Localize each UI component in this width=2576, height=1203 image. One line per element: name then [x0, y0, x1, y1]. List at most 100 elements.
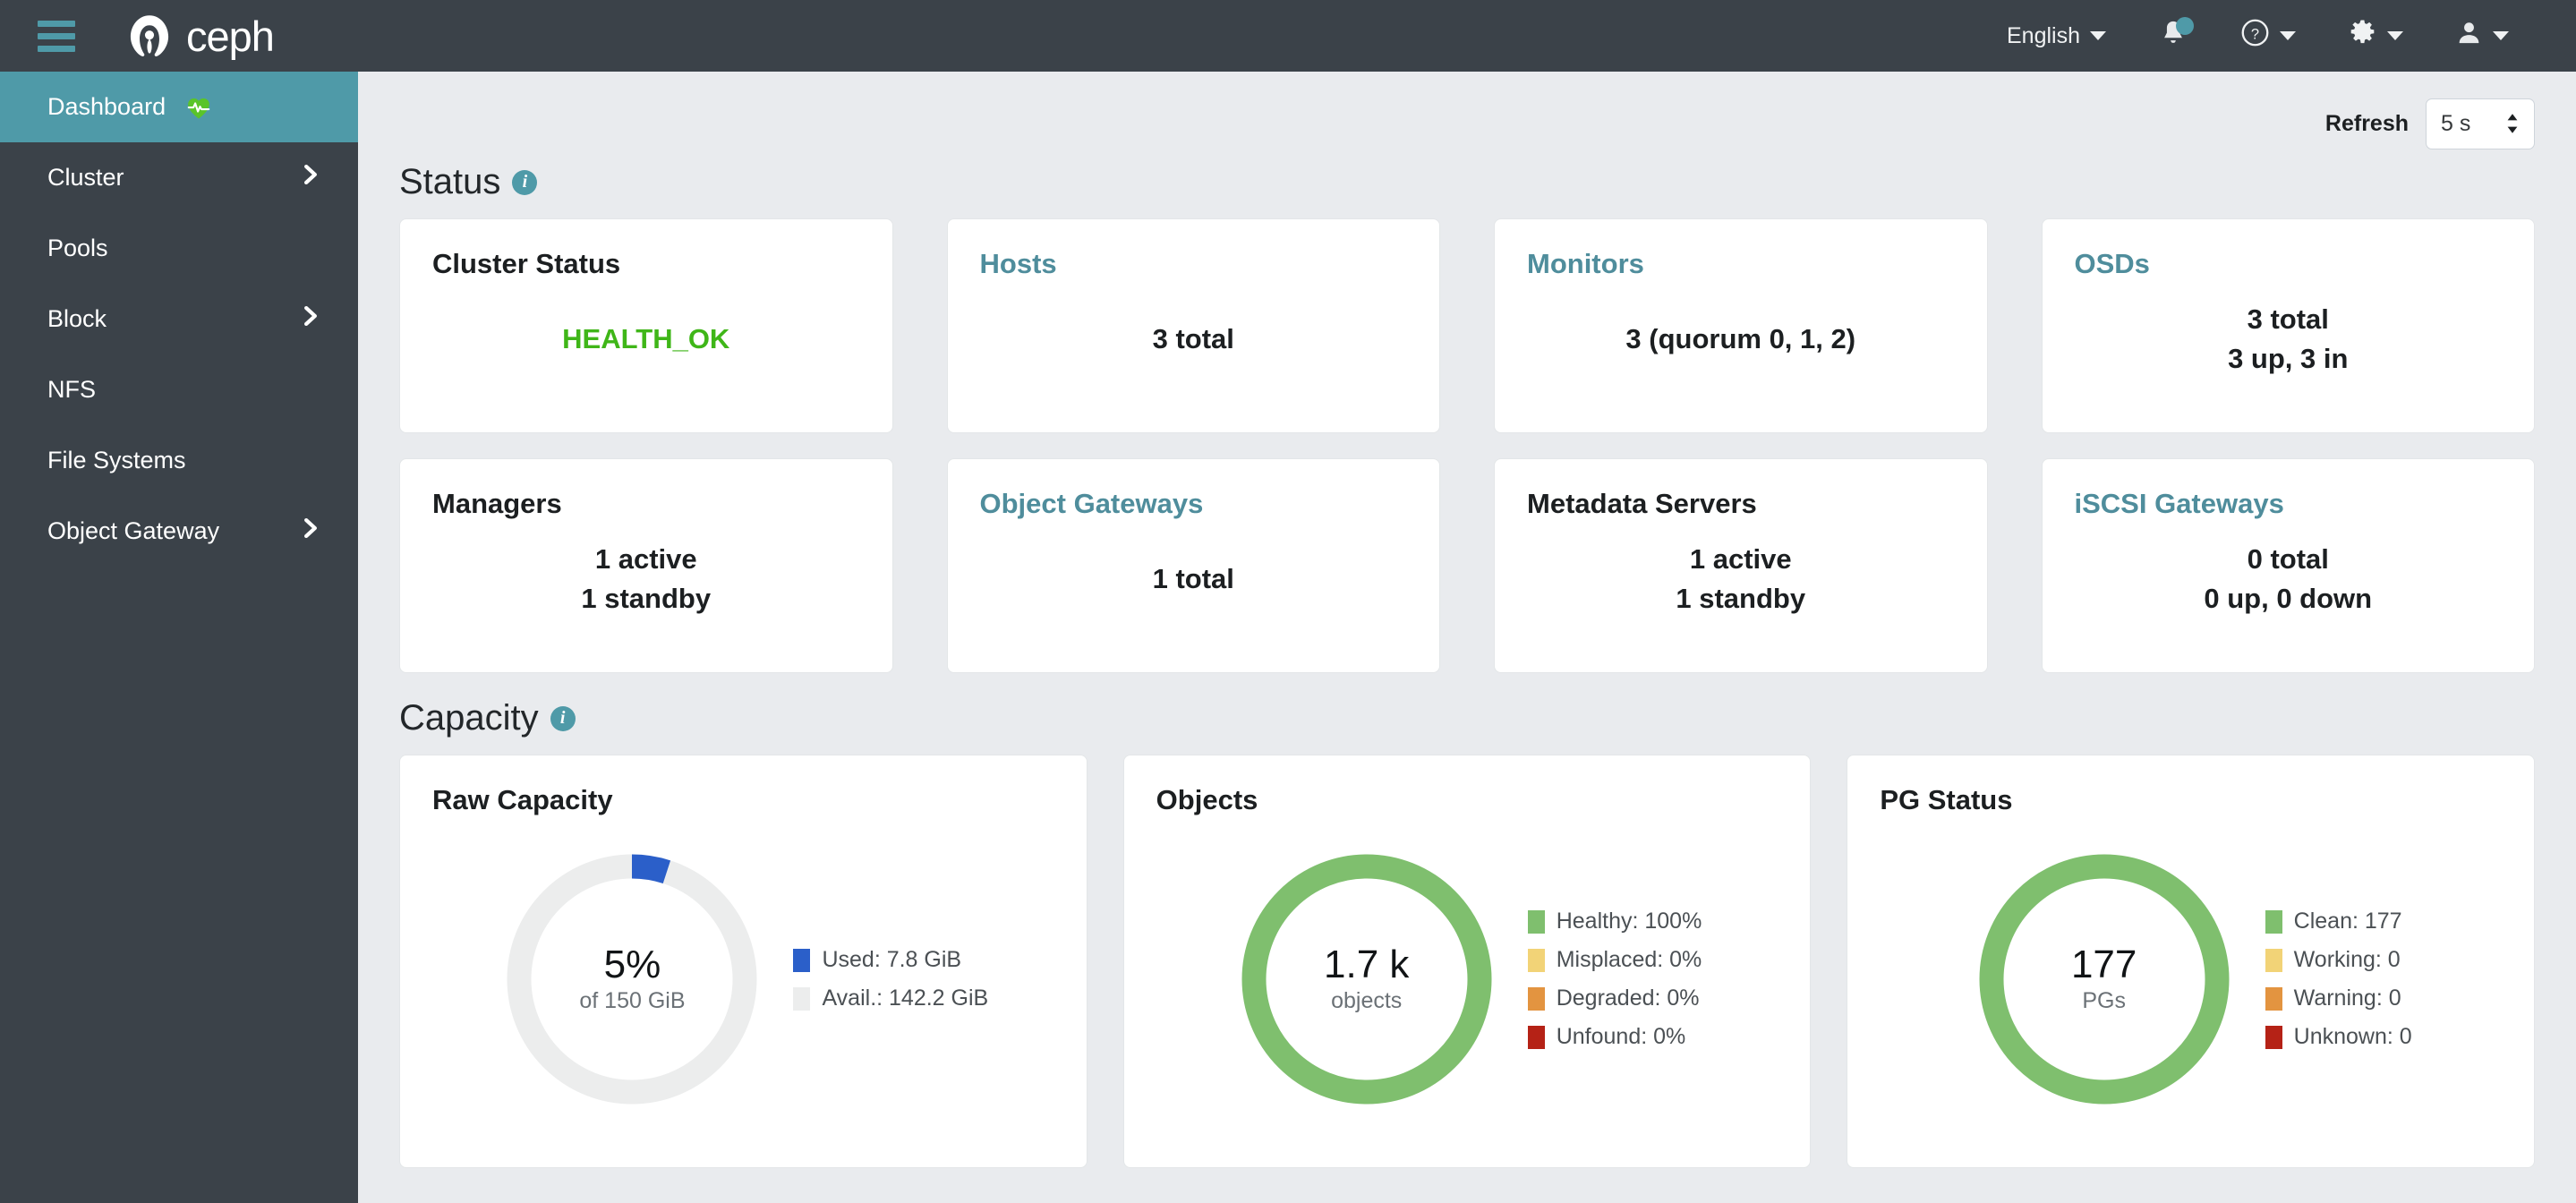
card-body: 3 total [980, 275, 1408, 404]
objects-donut-chart: 1.7 k objects [1233, 845, 1501, 1113]
card-value-secondary: 1 standby [1676, 583, 1806, 614]
legend-label: Working: 0 [2293, 947, 2401, 972]
gear-icon [2348, 18, 2377, 54]
sidebar-item-nfs[interactable]: NFS [0, 354, 358, 425]
object-gateways-card: Object Gateways 1 total [946, 458, 1440, 673]
chevron-down-icon [2493, 31, 2509, 40]
card-body: 1 active 1 standby [1527, 515, 1955, 644]
legend-item: Clean: 177 [2265, 909, 2412, 934]
card-body: 1 total [980, 515, 1408, 644]
card-value: 1 total [1152, 563, 1234, 595]
capacity-info-icon[interactable]: i [550, 705, 576, 731]
card-value: 1 active [594, 543, 697, 576]
chevron-right-icon [299, 516, 322, 546]
legend-swatch [1527, 948, 1545, 972]
chevron-down-icon [2387, 31, 2403, 40]
refresh-interval-select[interactable]: 5 s [2426, 98, 2535, 149]
hamburger-bar [38, 45, 75, 52]
card-body: 177 PGs Clean: 177 Working: 0 Warning: 0… [1880, 820, 2502, 1139]
card-title: Raw Capacity [432, 784, 613, 815]
sidebar: Dashboard Cluster Pools Block NFS File S… [0, 72, 358, 1203]
donut-value: 5% [603, 943, 661, 987]
sidebar-item-cluster[interactable]: Cluster [0, 142, 358, 213]
sidebar-item-label: File Systems [47, 447, 186, 474]
hamburger-icon[interactable] [38, 20, 75, 52]
top-navbar: ceph English ? [0, 0, 2576, 72]
status-card-row-1: Cluster Status HEALTH_OK Hosts 3 total M… [358, 218, 2576, 433]
legend-swatch [793, 986, 811, 1011]
legend-swatch [2265, 948, 2282, 972]
legend-label: Healthy: 100% [1556, 909, 1702, 934]
capacity-section-header: Capacity i [399, 698, 2576, 738]
legend-label: Warning: 0 [2293, 985, 2401, 1011]
card-title: PG Status [1880, 784, 2013, 815]
heart-pulse-icon [185, 95, 212, 120]
card-body: 5% of 150 GiB Used: 7.8 GiB Avail.: 142.… [432, 820, 1054, 1139]
refresh-label: Refresh [2324, 111, 2409, 136]
card-body: 3 (quorum 0, 1, 2) [1527, 275, 1955, 404]
sidebar-item-label: Object Gateway [47, 517, 220, 544]
sidebar-item-dashboard[interactable]: Dashboard [0, 72, 358, 142]
stepper-arrows-icon [2505, 113, 2520, 136]
help-menu[interactable]: ? [2214, 9, 2322, 63]
legend-item: Unknown: 0 [2265, 1024, 2412, 1050]
hosts-card: Hosts 3 total [946, 218, 1440, 433]
card-value: 1 active [1689, 543, 1792, 576]
sidebar-item-pools[interactable]: Pools [0, 213, 358, 284]
iscsi-gateways-card: iSCSI Gateways 0 total 0 up, 0 down [2041, 458, 2535, 673]
pg-status-legend: Clean: 177 Working: 0 Warning: 0 Unknown… [2265, 909, 2412, 1050]
objects-legend: Healthy: 100% Misplaced: 0% Degraded: 0%… [1527, 909, 1702, 1050]
card-body: HEALTH_OK [432, 275, 860, 404]
card-value: 3 total [1152, 323, 1234, 355]
objects-card: Objects 1.7 k objects Healthy: 100% Misp… [1122, 755, 1812, 1168]
sidebar-item-file-systems[interactable]: File Systems [0, 425, 358, 496]
donut-center-label: 5% of 150 GiB [498, 845, 766, 1113]
metadata-servers-card: Metadata Servers 1 active 1 standby [1494, 458, 1988, 673]
user-menu[interactable] [2429, 10, 2535, 62]
sidebar-item-label: Dashboard [47, 93, 166, 120]
legend-item: Warning: 0 [2265, 985, 2412, 1011]
legend-label: Misplaced: 0% [1556, 947, 1702, 972]
language-label: English [2007, 22, 2080, 48]
card-body: 1 active 1 standby [432, 515, 860, 644]
legend-swatch [2265, 986, 2282, 1011]
osds-card: OSDs 3 total 3 up, 3 in [2041, 218, 2535, 433]
card-body: 3 total 3 up, 3 in [2075, 275, 2503, 404]
chevron-down-icon [2090, 31, 2106, 40]
brand-logo-link[interactable]: ceph [125, 12, 275, 60]
legend-label: Clean: 177 [2293, 909, 2402, 934]
donut-subtitle: PGs [2082, 987, 2126, 1013]
capacity-card-row: Raw Capacity 5% of 150 GiB Used: 7.8 GiB… [358, 755, 2576, 1168]
legend-label: Degraded: 0% [1556, 985, 1700, 1011]
legend-label: Avail.: 142.2 GiB [822, 985, 989, 1011]
legend-swatch [1527, 986, 1545, 1011]
notifications-button[interactable] [2132, 10, 2214, 62]
sidebar-item-block[interactable]: Block [0, 284, 358, 354]
language-selector[interactable]: English [1981, 14, 2132, 58]
pg-status-donut-chart: 177 PGs [1970, 845, 2239, 1113]
refresh-interval-value: 5 s [2441, 111, 2471, 136]
donut-subtitle: objects [1331, 987, 1403, 1013]
raw-capacity-legend: Used: 7.8 GiB Avail.: 142.2 GiB [793, 947, 988, 1011]
card-value-secondary: 1 standby [581, 583, 712, 614]
donut-value: 1.7 k [1324, 943, 1410, 987]
capacity-heading: Capacity [399, 698, 539, 738]
help-circle-icon: ? [2240, 18, 2270, 54]
bell-icon [2158, 17, 2194, 53]
card-title: Objects [1156, 784, 1258, 815]
sidebar-item-label: NFS [47, 376, 96, 403]
chevron-down-icon [2280, 31, 2296, 40]
settings-menu[interactable] [2322, 9, 2429, 63]
hamburger-bar [38, 20, 75, 27]
legend-swatch [793, 948, 811, 972]
notification-badge [2176, 17, 2194, 35]
legend-item: Used: 7.8 GiB [793, 947, 988, 973]
legend-swatch [2265, 909, 2282, 934]
status-info-icon[interactable]: i [512, 169, 538, 195]
chevron-right-icon [299, 163, 322, 192]
legend-label: Unfound: 0% [1556, 1024, 1686, 1049]
status-card-row-2: Managers 1 active 1 standby Object Gatew… [358, 458, 2576, 673]
card-value: HEALTH_OK [562, 323, 730, 355]
sidebar-item-object-gateway[interactable]: Object Gateway [0, 496, 358, 567]
sidebar-item-label: Block [47, 305, 107, 332]
